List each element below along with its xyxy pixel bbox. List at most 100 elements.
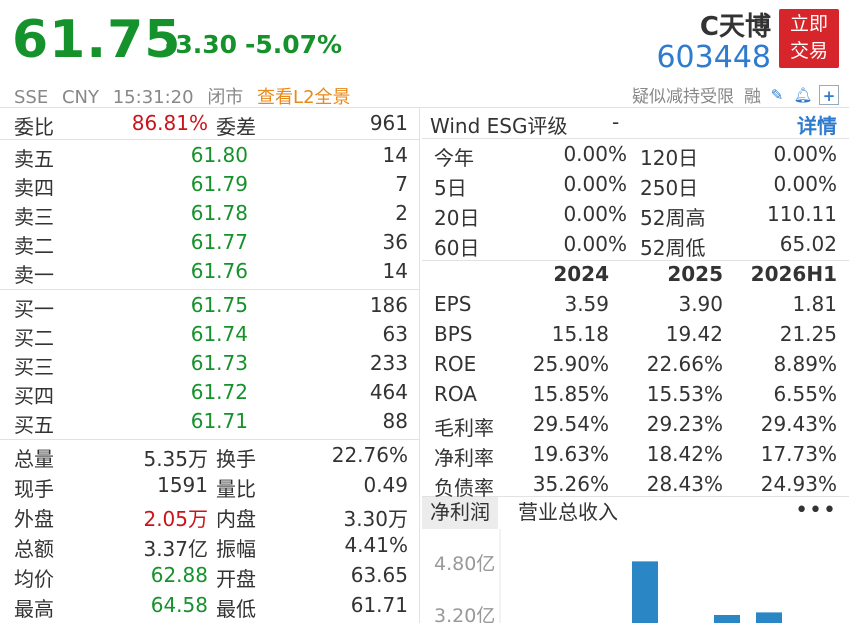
commission-ratio-value: 86.81% (131, 111, 208, 135)
ask-row[interactable]: 卖三 61.78 2 (0, 199, 420, 229)
ask-price: 61.79 (190, 172, 248, 196)
financial-value: 15.85% (532, 382, 609, 406)
stat-label: 量比 (216, 477, 256, 501)
ask-row[interactable]: 卖五 61.80 14 (0, 141, 420, 171)
financial-value: 28.43% (646, 472, 723, 496)
last-price: 61.75 (12, 10, 182, 70)
return-value: 65.02 (779, 232, 837, 256)
financial-metric-label: BPS (434, 322, 473, 346)
return-row: 60日 0.00% 52周低 65.02 (422, 230, 849, 260)
more-icon[interactable]: ••• (795, 497, 837, 525)
bid-level-label: 买二 (14, 326, 54, 350)
ask-row[interactable]: 卖二 61.77 36 (0, 228, 420, 258)
bid-price: 61.74 (190, 322, 248, 346)
return-value: 0.00% (563, 172, 627, 196)
bid-row[interactable]: 买四 61.72 464 (0, 378, 420, 408)
financial-row: ROA 15.85% 15.53% 6.55% (422, 380, 849, 410)
bid-row[interactable]: 买五 61.71 88 (0, 407, 420, 437)
quote-header: 61.75 -3.30 -5.07% C天博 603448 立即 交易 SSE … (0, 0, 849, 108)
esg-value: - (612, 110, 620, 134)
financial-value: 29.43% (760, 412, 837, 436)
price-change: -3.30 (165, 30, 238, 59)
price-change-pct: -5.07% (245, 30, 343, 59)
chart-bar[interactable] (756, 612, 782, 623)
bid-volume: 233 (369, 351, 408, 375)
ask-row[interactable]: 卖一 61.76 14 (0, 257, 420, 287)
stat-value: 5.35万 (143, 447, 208, 471)
stat-label: 外盘 (14, 507, 54, 531)
stat-value: 63.65 (350, 563, 408, 587)
chart-bar[interactable] (632, 561, 658, 623)
bid-row[interactable]: 买一 61.75 186 (0, 291, 420, 321)
financial-row: 净利率 19.63% 18.42% 17.73% (422, 440, 849, 470)
bid-price: 61.75 (190, 293, 248, 317)
commission-ratio-label: 委比 (14, 115, 54, 139)
ask-level-label: 卖三 (14, 205, 54, 229)
return-period-label: 20日 (434, 206, 480, 230)
divider (0, 439, 420, 440)
financial-value: 18.42% (646, 442, 723, 466)
stat-value: 1591 (157, 473, 208, 497)
financial-value: 35.26% (532, 472, 609, 496)
stat-label: 最低 (216, 597, 256, 621)
ask-volume: 2 (395, 201, 408, 225)
edit-icon[interactable]: ✎ (767, 85, 787, 105)
stat-value: 62.88 (150, 563, 208, 587)
bid-price: 61.72 (190, 380, 248, 404)
bid-volume: 186 (369, 293, 408, 317)
financial-value: 19.42 (665, 322, 723, 346)
bell-icon[interactable]: 🔔︎ (793, 85, 813, 105)
ask-volume: 14 (382, 143, 408, 167)
bid-price: 61.73 (190, 351, 248, 375)
add-icon[interactable]: + (819, 84, 839, 105)
return-value: 0.00% (563, 202, 627, 226)
l2-panorama-link[interactable]: 查看L2全景 (257, 87, 350, 108)
stat-row: 均价 62.88 开盘 63.65 (0, 561, 420, 591)
financial-value: 25.90% (532, 352, 609, 376)
esg-label: Wind ESG评级 (430, 114, 568, 138)
ask-price: 61.78 (190, 201, 248, 225)
tab-net-profit[interactable]: 净利润 (422, 497, 498, 529)
quote-tools: 疑似减持受限 融 ✎ 🔔︎ + (632, 82, 839, 107)
esg-detail-link[interactable]: 详情 (797, 110, 837, 139)
ask-level-label: 卖五 (14, 147, 54, 171)
stock-code: 603448 (656, 40, 771, 75)
return-row: 5日 0.00% 250日 0.00% (422, 170, 849, 200)
bid-level-label: 买三 (14, 355, 54, 379)
stat-row: 现手 1591 量比 0.49 (0, 471, 420, 501)
chart-bar[interactable] (714, 615, 740, 623)
return-period-label: 52周低 (640, 236, 706, 260)
return-period-label: 5日 (434, 176, 467, 200)
ask-volume: 36 (382, 230, 408, 254)
reduction-notice: 疑似减持受限 (632, 87, 734, 107)
ask-row[interactable]: 卖四 61.79 7 (0, 170, 420, 200)
y-tick-label: 3.20亿 (434, 605, 496, 623)
stat-label: 内盘 (216, 507, 256, 531)
financial-metric-label: 毛利率 (434, 416, 494, 440)
y-tick-label: 4.80亿 (434, 553, 496, 575)
divider (422, 138, 849, 139)
financial-metric-label: ROA (434, 382, 477, 406)
quote-time: 15:31:20 (112, 87, 194, 108)
stat-label: 最高 (14, 597, 54, 621)
stock-name: C天博 (699, 12, 771, 42)
commission-diff-label: 委差 (216, 115, 256, 139)
trade-now-button[interactable]: 立即 交易 (779, 9, 839, 68)
year-header: 2024 (553, 262, 609, 286)
bid-price: 61.71 (190, 409, 248, 433)
bid-row[interactable]: 买二 61.74 63 (0, 320, 420, 350)
financial-value: 24.93% (760, 472, 837, 496)
bid-row[interactable]: 买三 61.73 233 (0, 349, 420, 379)
financial-value: 15.53% (646, 382, 723, 406)
financial-metric-label: ROE (434, 352, 477, 376)
financial-value: 29.54% (532, 412, 609, 436)
return-value: 0.00% (563, 142, 627, 166)
financial-value: 15.18 (551, 322, 609, 346)
ask-volume: 14 (382, 259, 408, 283)
quote-meta: SSE CNY 15:31:20 闭市 查看L2全景 (14, 83, 359, 109)
ask-level-label: 卖二 (14, 234, 54, 258)
financial-metric-label: 负债率 (434, 476, 494, 500)
financial-bar-chart: 4.80亿 3.20亿 (422, 529, 849, 623)
exchange-label: SSE (14, 87, 49, 108)
tab-total-revenue[interactable]: 营业总收入 (510, 497, 626, 529)
